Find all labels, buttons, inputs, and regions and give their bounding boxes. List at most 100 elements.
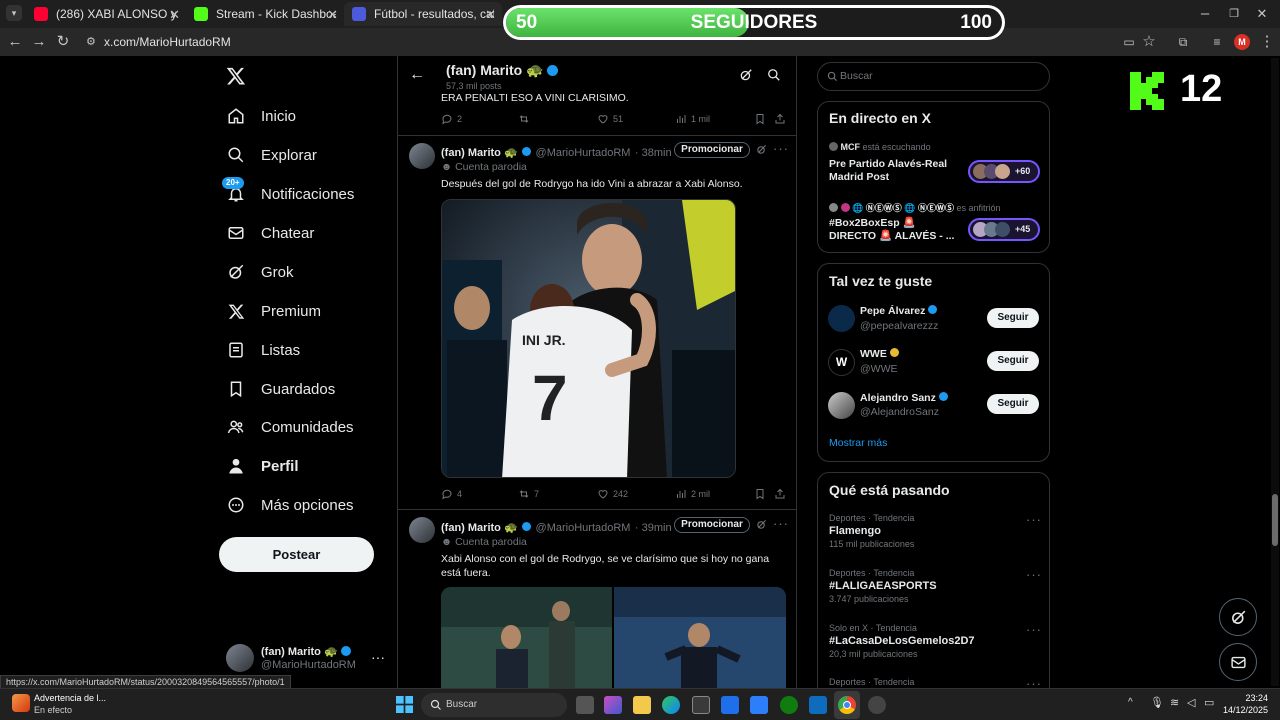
close-icon[interactable]: ✕: [327, 7, 338, 23]
tweet-image[interactable]: INI JR. 7: [441, 199, 736, 478]
tweet-time[interactable]: · 39min: [635, 522, 672, 534]
profile-avatar[interactable]: M: [1234, 34, 1250, 50]
task-view-icon[interactable]: [576, 696, 594, 714]
store-icon[interactable]: [692, 696, 710, 714]
tab-search-button[interactable]: ▾: [6, 5, 22, 21]
avatar[interactable]: [409, 517, 435, 543]
search-icon[interactable]: [767, 68, 781, 82]
reply-button[interactable]: 2: [441, 113, 462, 125]
messages-fab[interactable]: [1219, 643, 1257, 681]
maximize-icon[interactable]: ❐: [1225, 5, 1243, 23]
xbox-icon[interactable]: [780, 696, 798, 714]
follow-button[interactable]: Seguir: [987, 308, 1039, 328]
volume-icon[interactable]: ◁: [1187, 696, 1195, 709]
tab-kick[interactable]: Stream - Kick Dashboard ✕: [186, 2, 344, 26]
wifi-icon[interactable]: ≋: [1170, 696, 1179, 709]
more-icon[interactable]: ···: [1026, 567, 1042, 582]
nav-explorar[interactable]: Explorar: [226, 141, 317, 169]
nav-comunidades[interactable]: Comunidades: [226, 413, 354, 441]
trend-item[interactable]: Deportes · Tendencia: [829, 677, 914, 687]
tab-futbol[interactable]: Fútbol - resultados, calendario ✕: [344, 2, 502, 26]
space-title[interactable]: Pre Partido Alavés-Real Madrid Post: [829, 158, 959, 184]
follow-button[interactable]: Seguir: [987, 394, 1039, 414]
trend-item[interactable]: Solo en X · Tendencia #LaCasaDeLosGemelo…: [829, 623, 975, 659]
tweet-author-name[interactable]: (fan) Marito 🐢: [441, 522, 518, 534]
repost-button[interactable]: 7: [518, 488, 539, 500]
grok-icon[interactable]: [756, 519, 767, 530]
suggest-name[interactable]: Alejandro Sanz: [860, 392, 948, 404]
copilot-icon[interactable]: [604, 696, 622, 714]
like-button[interactable]: 51: [597, 113, 623, 125]
repost-button[interactable]: [518, 113, 534, 125]
suggest-name[interactable]: Pepe Álvarez: [860, 305, 938, 317]
share-icon[interactable]: [774, 488, 790, 500]
media-icon[interactable]: ≡: [1208, 33, 1226, 51]
avatar[interactable]: [828, 305, 855, 332]
tweet-author-handle[interactable]: @MarioHurtadoRM: [536, 522, 631, 534]
wwe-logo-icon[interactable]: W: [828, 349, 855, 376]
more-icon[interactable]: ···: [773, 141, 789, 156]
nav-grok[interactable]: Grok: [226, 258, 294, 286]
extensions-icon[interactable]: ⧉: [1174, 33, 1192, 51]
bookmark-icon[interactable]: [754, 113, 770, 125]
tweet-image-grid[interactable]: [441, 587, 786, 688]
taskbar-search[interactable]: Buscar: [421, 693, 567, 717]
promote-button[interactable]: Promocionar: [674, 517, 750, 533]
editor-icon[interactable]: [750, 696, 768, 714]
grok-icon[interactable]: [756, 144, 767, 155]
space-listeners[interactable]: +60: [968, 160, 1040, 183]
edge-icon[interactable]: [662, 696, 680, 714]
outlook-icon[interactable]: [809, 696, 827, 714]
file-explorer-icon[interactable]: [633, 696, 651, 714]
back-icon[interactable]: ←: [6, 33, 24, 51]
obs-icon[interactable]: [868, 696, 886, 714]
views-button[interactable]: 2 mil: [675, 488, 710, 500]
promote-button[interactable]: Promocionar: [674, 142, 750, 158]
post-button[interactable]: Postear: [219, 537, 374, 572]
minimize-icon[interactable]: –: [1196, 5, 1214, 23]
nav-notificaciones[interactable]: 20+ Notificaciones: [222, 177, 354, 208]
tweet-author-name[interactable]: (fan) Marito 🐢: [441, 147, 518, 159]
battery-icon[interactable]: ▭: [1204, 696, 1214, 709]
bookmark-icon[interactable]: [754, 488, 770, 500]
trend-item[interactable]: Deportes · Tendencia #LALIGAEASPORTS 3.7…: [829, 568, 937, 604]
back-arrow-icon[interactable]: ←: [409, 66, 425, 84]
close-icon[interactable]: ✕: [169, 7, 180, 23]
avatar[interactable]: [828, 392, 855, 419]
x-logo-icon[interactable]: [226, 66, 246, 86]
microphone-icon[interactable]: 🎙: [1150, 696, 1164, 709]
more-icon[interactable]: ···: [371, 649, 385, 665]
clock-date[interactable]: 14/12/2025: [1218, 705, 1268, 715]
chrome-taskbar-active[interactable]: [834, 691, 860, 719]
chevron-up-icon[interactable]: ^: [1128, 697, 1133, 708]
warning-app-icon[interactable]: [12, 694, 30, 712]
more-icon[interactable]: ···: [1026, 622, 1042, 637]
like-button[interactable]: 242: [597, 488, 628, 500]
suggest-name[interactable]: WWE: [860, 348, 899, 360]
nav-guardados[interactable]: Guardados: [226, 375, 335, 403]
nav-perfil[interactable]: Perfil: [226, 452, 299, 480]
scrollbar-thumb[interactable]: [1272, 494, 1278, 546]
reload-icon[interactable]: ↻: [54, 33, 72, 51]
reply-button[interactable]: 4: [441, 488, 462, 500]
nav-mas-opciones[interactable]: Más opciones: [226, 491, 354, 519]
views-button[interactable]: 1 mil: [675, 113, 710, 125]
scrollbar[interactable]: [1271, 58, 1279, 686]
follow-button[interactable]: Seguir: [987, 351, 1039, 371]
menu-icon[interactable]: ⋮: [1258, 33, 1276, 51]
tab-youtube[interactable]: (286) XABI ALONSO y COUDET ✕: [26, 2, 186, 26]
account-switcher[interactable]: (fan) Marito 🐢 @MarioHurtadoRM ···: [226, 644, 394, 674]
tweet-time[interactable]: · 38min: [635, 147, 672, 159]
grok-fab[interactable]: [1219, 598, 1257, 636]
search-box[interactable]: Buscar: [817, 62, 1050, 91]
nav-chatear[interactable]: Chatear: [226, 219, 314, 247]
share-icon[interactable]: [774, 113, 790, 125]
window-close-icon[interactable]: ✕: [1253, 5, 1271, 23]
star-icon[interactable]: ☆: [1140, 33, 1158, 51]
app-icon[interactable]: [721, 696, 739, 714]
site-info-icon[interactable]: ⚙: [86, 31, 96, 53]
more-icon[interactable]: ···: [1026, 512, 1042, 527]
clock-time[interactable]: 23:24: [1226, 693, 1268, 703]
tweet-author-handle[interactable]: @MarioHurtadoRM: [536, 147, 631, 159]
nav-listas[interactable]: Listas: [226, 336, 300, 364]
